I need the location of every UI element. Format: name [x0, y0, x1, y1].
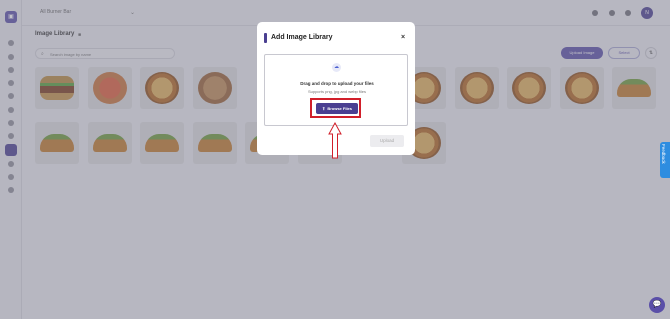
- chat-icon[interactable]: 💬: [649, 297, 665, 313]
- title-accent-bar: [264, 33, 267, 43]
- annotation-arrow-icon: [328, 122, 342, 159]
- annotation-highlight-box: [310, 98, 361, 118]
- modal-title: Add Image Library: [271, 34, 333, 41]
- close-icon[interactable]: ×: [401, 34, 405, 41]
- feedback-label: Feedback: [661, 144, 666, 164]
- upload-button[interactable]: Upload: [370, 135, 404, 147]
- dropzone-subtitle: Supports png, jpg and webp files: [307, 89, 367, 94]
- dropzone-title: Drag and drop to upload your files: [300, 81, 374, 86]
- upload-cloud-icon: ☁: [332, 63, 341, 72]
- feedback-tab[interactable]: Feedback: [660, 142, 670, 178]
